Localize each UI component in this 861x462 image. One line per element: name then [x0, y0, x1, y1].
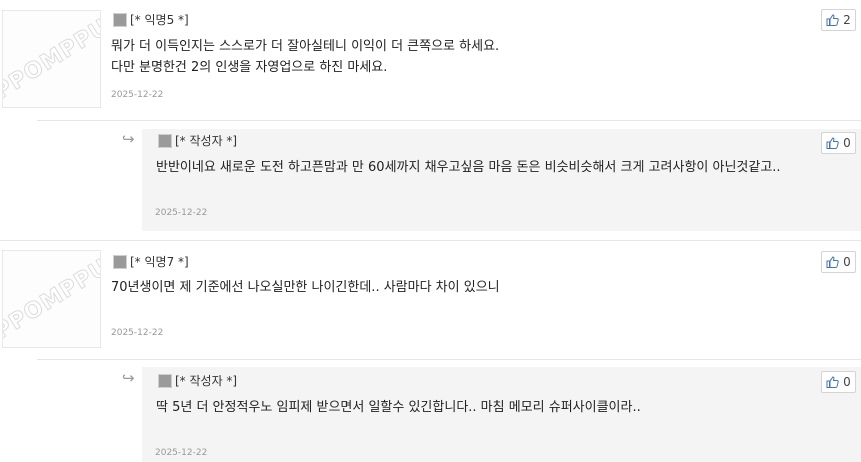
gray-square-icon — [158, 373, 172, 388]
like-button[interactable]: 0 — [821, 132, 856, 154]
comment-date: 2025-12-22 — [155, 448, 208, 458]
thumbs-up-icon — [826, 376, 839, 388]
avatar-watermark: PPOMPPU — [2, 253, 101, 345]
reply-item: ↪ [* 작성자 *] 반반이네요 새로운 도전 하고픈맘과 만 60세까지 채… — [0, 120, 861, 238]
comment-item: PPOMPPU [* 익명7 *] 70년생이면 제 기준에선 나오실만한 나이… — [0, 240, 861, 358]
comment-item: PPOMPPU [* 익명5 *] 뭐가 더 이득인지는 스스로가 더 잘아실테… — [0, 0, 861, 118]
comment-date: 2025-12-22 — [111, 90, 164, 100]
like-count: 0 — [843, 136, 851, 150]
avatar-watermark: PPOMPPU — [2, 13, 101, 105]
gray-square-icon — [113, 12, 127, 27]
comment-author[interactable]: [* 작성자 *] — [158, 132, 237, 149]
reply-arrow-icon: ↪ — [122, 369, 135, 387]
comment-line: 70년생이면 제 기준에선 나오실만한 나이긴한데.. 사람마다 차이 있으니 — [111, 280, 500, 295]
comment-line: 반반이네요 새로운 도전 하고픈맘과 만 60세까지 채우고싶음 마음 돈은 비… — [156, 160, 781, 175]
comment-line: 뭐가 더 이득인지는 스스로가 더 잘아실테니 이익이 더 큰쪽으로 하세요. — [111, 39, 500, 54]
comment-author[interactable]: [* 익명5 *] — [113, 11, 189, 28]
comment-date: 2025-12-22 — [111, 328, 164, 338]
comment-author[interactable]: [* 작성자 *] — [158, 372, 237, 389]
avatar: PPOMPPU — [2, 10, 101, 108]
comment-author[interactable]: [* 익명7 *] — [113, 253, 189, 270]
thumbs-up-icon — [826, 137, 839, 149]
like-count: 2 — [843, 13, 851, 27]
comment-date: 2025-12-22 — [155, 208, 208, 218]
reply-arrow-icon: ↪ — [122, 130, 135, 148]
thumbs-up-icon — [826, 14, 839, 26]
avatar: PPOMPPU — [2, 250, 101, 348]
author-name[interactable]: [* 익명7 *] — [130, 253, 189, 270]
author-name[interactable]: [* 작성자 *] — [175, 132, 237, 149]
comment-body: 반반이네요 새로운 도전 하고픈맘과 만 60세까지 채우고싶음 마음 돈은 비… — [156, 157, 781, 178]
author-name[interactable]: [* 익명5 *] — [130, 11, 189, 28]
gray-square-icon — [113, 254, 127, 269]
reply-background — [142, 129, 861, 231]
gray-square-icon — [158, 133, 172, 148]
comment-body: 뭐가 더 이득인지는 스스로가 더 잘아실테니 이익이 더 큰쪽으로 하세요. … — [111, 36, 499, 78]
comment-body: 70년생이면 제 기준에선 나오실만한 나이긴한데.. 사람마다 차이 있으니 — [111, 277, 500, 298]
like-button[interactable]: 2 — [821, 9, 856, 31]
comment-line: 딱 5년 더 안정적우노 임피제 받으면서 일할수 있긴합니다.. 마침 메모리… — [156, 400, 641, 415]
like-button[interactable]: 0 — [821, 251, 856, 273]
like-count: 0 — [843, 255, 851, 269]
thumbs-up-icon — [826, 256, 839, 268]
comment-line: 다만 분명한건 2의 인생을 자영업으로 하진 마세요. — [111, 60, 388, 75]
author-name[interactable]: [* 작성자 *] — [175, 372, 237, 389]
comment-body: 딱 5년 더 안정적우노 임피제 받으면서 일할수 있긴합니다.. 마침 메모리… — [156, 397, 641, 418]
like-count: 0 — [843, 375, 851, 389]
like-button[interactable]: 0 — [821, 371, 856, 393]
reply-item: ↪ [* 작성자 *] 딱 5년 더 안정적우노 임피제 받으면서 일할수 있긴… — [0, 359, 861, 462]
